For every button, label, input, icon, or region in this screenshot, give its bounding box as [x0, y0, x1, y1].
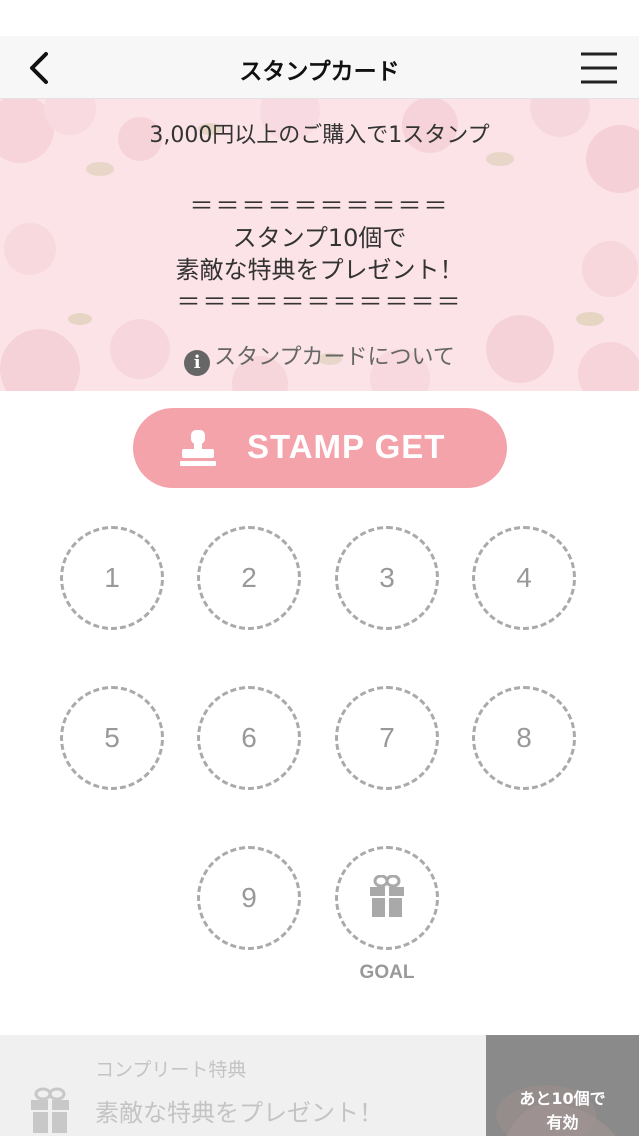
gift-icon — [31, 1087, 69, 1133]
banner-condition-text: 3,000円以上のご購入で1スタンプ — [149, 123, 490, 148]
stamp-slot-7: 7 — [335, 686, 439, 790]
gift-icon — [370, 875, 404, 917]
page-title: スタンプカード — [239, 59, 400, 85]
stamp-slot-5: 5 — [60, 686, 164, 790]
banner-reward-line2: 素敵な特典をプレゼント！ — [175, 256, 464, 284]
banner-reward-line1: スタンプ10個で — [232, 224, 407, 252]
complete-reward-label: コンプリート特典 — [95, 1059, 247, 1081]
nav-bar: スタンプカード — [0, 36, 639, 99]
about-link-label: スタンプカードについて — [214, 345, 455, 370]
menu-button[interactable] — [577, 48, 621, 88]
stamp-slot-2: 2 — [197, 526, 301, 630]
stamp-slot-8: 8 — [472, 686, 576, 790]
remaining-count-text: あと10個で 有効 — [486, 1087, 639, 1135]
remaining-line1: あと10個で — [519, 1089, 606, 1108]
stamp-info-banner: 3,000円以上のご購入で1スタンプ ＝＝＝＝＝＝＝＝＝＝ スタンプ10個で 素… — [0, 99, 639, 391]
banner-divider-bottom: ＝＝＝＝＝＝＝＝＝＝＝ — [176, 288, 463, 316]
stamp-get-label: STAMP GET — [247, 428, 446, 465]
stamp-icon — [180, 430, 216, 466]
stamp-slot-9: 9 — [197, 846, 301, 950]
complete-reward-description: 素敵な特典をプレゼント！ — [95, 1099, 383, 1127]
stamp-slot-goal — [335, 846, 439, 950]
remaining-stamps-box: あと10個で 有効 — [486, 1035, 639, 1136]
about-stamp-card-link[interactable]: i スタンプカードについて — [0, 339, 639, 376]
goal-label: GOAL — [359, 962, 415, 983]
info-icon: i — [184, 350, 211, 376]
stamp-slot-3: 3 — [335, 526, 439, 630]
stamp-slot-6: 6 — [197, 686, 301, 790]
remaining-line2: 有効 — [546, 1113, 579, 1132]
hamburger-menu-icon — [581, 52, 617, 84]
complete-reward-bar[interactable]: コンプリート特典 素敵な特典をプレゼント！ あと10個で 有効 — [0, 1035, 639, 1136]
stamp-slot-4: 4 — [472, 526, 576, 630]
stamp-slot-1: 1 — [60, 526, 164, 630]
status-bar — [0, 0, 639, 36]
stamp-get-button[interactable]: STAMP GET — [133, 408, 507, 488]
banner-divider-top: ＝＝＝＝＝＝＝＝＝＝ — [189, 192, 450, 220]
